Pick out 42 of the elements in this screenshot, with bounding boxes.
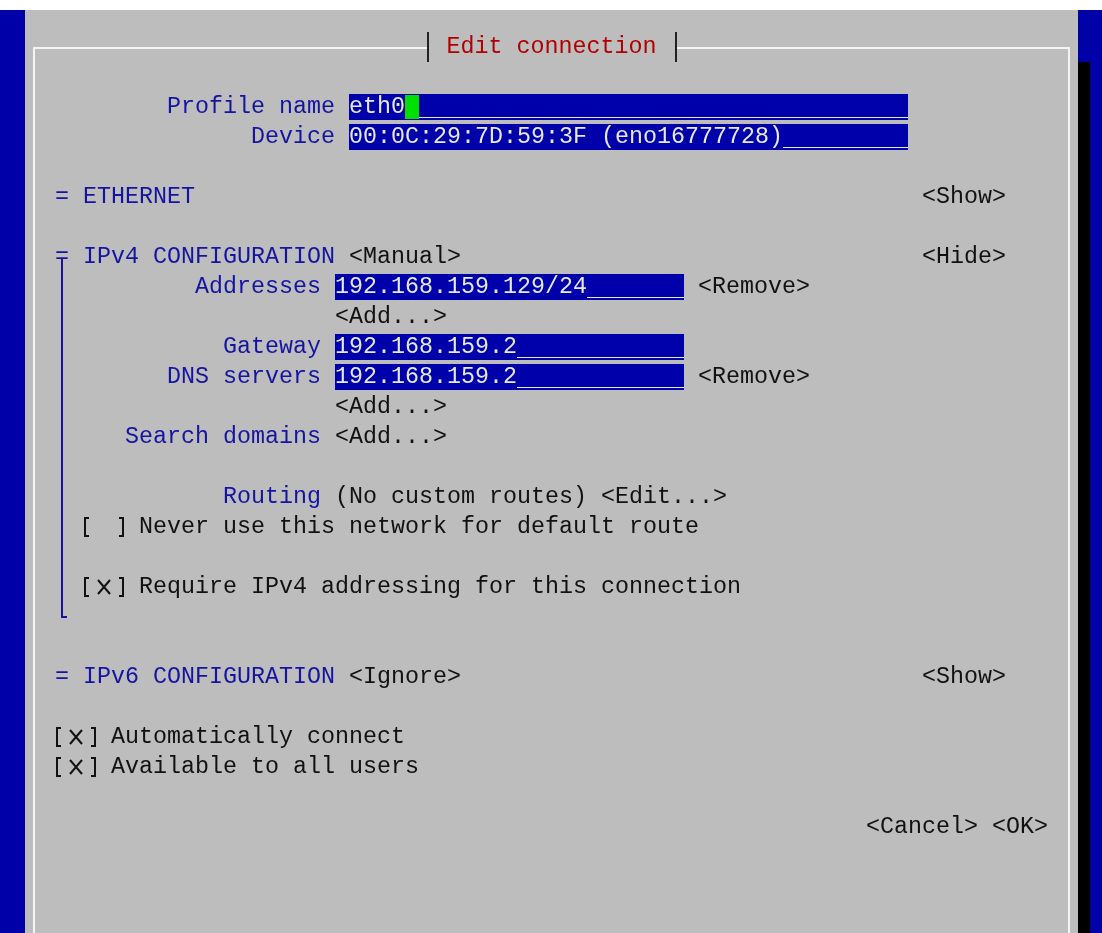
checkbox-label: Require IPv4 addressing for this connection [139,573,741,602]
section-title: ETHERNET [83,183,196,212]
add-button[interactable]: <Add...> [335,422,447,452]
field-label: Search domains [124,423,322,452]
field-label: Device [250,123,336,152]
section-marker: = [55,243,70,272]
input-field[interactable]: eth0 [349,94,908,120]
section-title: IPv4 CONFIGURATION [83,243,336,272]
field-label: DNS servers [166,363,322,392]
checkbox[interactable] [55,725,97,749]
section-marker: = [55,663,70,692]
routing-value: (No custom routes) [335,483,587,512]
input-field[interactable]: 192.168.159.2 [335,334,684,360]
add-button[interactable]: <Add...> [335,392,447,422]
checkbox[interactable] [55,755,97,779]
section-marker: = [55,183,70,212]
dialog-button[interactable]: <OK> [992,812,1048,842]
checkbox-label: Available to all users [111,753,419,782]
checkbox-label: Never use this network for default route [139,513,699,542]
field-label: Addresses [194,273,322,302]
dialog-button[interactable]: <Cancel> [866,812,978,842]
section-title: IPv6 CONFIGURATION [83,663,336,692]
field-label: Routing [222,483,322,512]
input-field[interactable]: 00:0C:29:7D:59:3F (eno16777728) [349,124,908,150]
input-field[interactable]: 192.168.159.2 [335,364,684,390]
toggle-button[interactable]: <Hide> [922,242,1006,272]
checkbox-label: Automatically connect [111,723,405,752]
dialog-title: Edit connection [426,32,677,62]
edit-button[interactable]: <Edit...> [601,482,727,512]
remove-button[interactable]: <Remove> [698,272,810,302]
toggle-button[interactable]: <Show> [922,182,1006,212]
remove-button[interactable]: <Remove> [698,362,810,392]
input-field[interactable]: 192.168.159.129/24 [335,274,684,300]
field-label: Gateway [222,333,322,362]
toggle-button[interactable]: <Show> [922,662,1006,692]
field-label: Profile name [166,93,336,122]
mode-button[interactable]: <Ignore> [349,662,461,692]
mode-button[interactable]: <Manual> [349,242,461,272]
checkbox[interactable] [83,515,125,539]
text-cursor [405,95,419,119]
checkbox[interactable] [83,575,125,599]
add-button[interactable]: <Add...> [335,302,447,332]
